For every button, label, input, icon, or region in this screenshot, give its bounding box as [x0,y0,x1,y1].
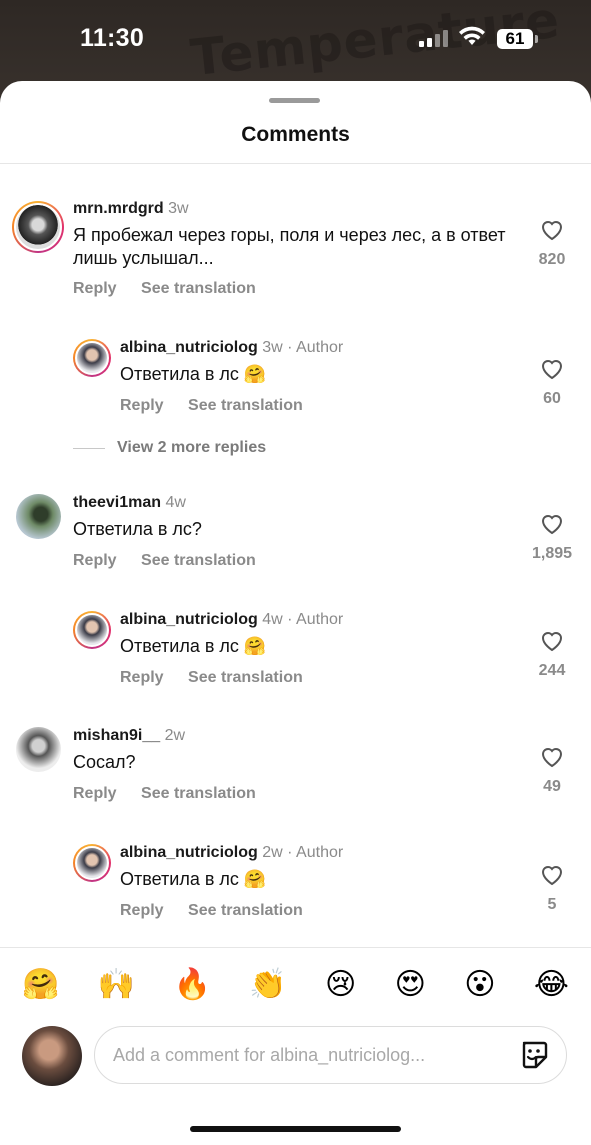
comment-text: Сосал? [73,752,136,772]
emoji-laughing-button[interactable]: 😂 [534,967,569,1002]
see-translation-button[interactable]: See translation [188,902,303,919]
battery-indicator: 61 [497,29,538,49]
cellular-signal-icon [419,30,448,47]
like-control[interactable]: 60 [522,358,582,408]
comment-time: 2w [164,727,186,744]
emoji-crying-button[interactable]: 😢 [325,967,356,1002]
home-indicator [190,1126,401,1132]
reply-username[interactable]: albina_nutriciolog [120,844,258,861]
reply-text: Ответила в лс 🤗 [120,636,267,656]
like-control[interactable]: 820 [522,219,582,269]
see-translation-button[interactable]: See translation [141,785,256,802]
avatar[interactable] [73,844,111,882]
like-control[interactable]: 5 [522,864,582,914]
avatar[interactable] [16,494,61,539]
heart-icon[interactable] [540,746,564,768]
author-badge: Author [296,844,344,861]
reply-button[interactable]: Reply [73,785,117,802]
like-count: 1,895 [531,545,573,562]
heart-icon[interactable] [540,513,564,535]
like-control[interactable]: 49 [522,746,582,796]
view-more-replies[interactable]: View 2 more replies [73,439,266,457]
quick-emoji-bar: 🤗 🙌 🔥 👏 😢 😍 😮 😂 [0,967,591,1002]
like-count: 820 [538,251,566,268]
comment-input[interactable] [111,1043,518,1067]
emoji-raised-hands-button[interactable]: 🙌 [98,967,135,1002]
author-badge: Author [296,611,344,628]
comment-text: Я пробежал через горы, поля и через лес,… [73,225,506,268]
status-bar: 11:30 61 [0,0,591,80]
comment-time: 3w [168,200,189,217]
emoji-fire-button[interactable]: 🔥 [173,967,210,1002]
comment-username[interactable]: mrn.mrdgrd [73,200,164,217]
current-user-avatar [22,1026,82,1086]
reply-text: Ответила в лс 🤗 [120,869,267,889]
emoji-surprised-button[interactable]: 😮 [464,967,495,1002]
sheet-title: Comments [241,123,350,146]
like-count: 49 [543,778,561,795]
wifi-icon [459,26,485,45]
see-translation-button[interactable]: See translation [141,552,256,569]
like-control[interactable]: 1,895 [522,513,582,563]
comment-username[interactable]: mishan9i__ [73,727,160,744]
reply-time: 2w [262,844,283,861]
reply-button[interactable]: Reply [73,552,117,569]
see-translation-button[interactable]: See translation [188,669,303,686]
sheet-grabber[interactable] [269,98,320,103]
reply-button[interactable]: Reply [120,397,164,414]
composer-divider [0,947,591,948]
comment-composer [0,1026,591,1096]
heart-icon[interactable] [540,630,564,652]
reply-button[interactable]: Reply [120,669,164,686]
sticker-icon[interactable] [518,1039,550,1071]
comments-sheet: Comments mrn.mrdgrd 3w Я пробежал через … [0,81,591,1145]
comment-time: 4w [165,494,186,511]
emoji-hug-button[interactable]: 🤗 [22,967,59,1002]
reply-time: 4w [262,611,283,628]
heart-icon[interactable] [540,219,564,241]
like-control[interactable]: 244 [522,630,582,680]
see-translation-button[interactable]: See translation [141,280,256,297]
thread-line [73,447,105,449]
reply-text: Ответила в лс 🤗 [120,364,267,384]
heart-icon[interactable] [540,358,564,380]
avatar[interactable] [73,611,111,649]
status-time: 11:30 [80,24,145,52]
avatar[interactable] [73,339,111,377]
see-translation-button[interactable]: See translation [188,397,303,414]
reply-time: 3w [262,339,283,356]
author-badge: Author [296,339,344,356]
like-count: 5 [547,896,557,913]
like-count: 60 [543,390,561,407]
reply-username[interactable]: albina_nutriciolog [120,611,258,628]
comment-username[interactable]: theevi1man [73,494,161,511]
heart-icon[interactable] [540,864,564,886]
reply-button[interactable]: Reply [73,280,117,297]
avatar[interactable] [12,201,64,253]
like-count: 244 [538,662,566,679]
avatar[interactable] [16,727,61,772]
reply-username[interactable]: albina_nutriciolog [120,339,258,356]
header-divider [0,163,591,164]
comment-text: Ответила в лс? [73,519,202,539]
emoji-clap-button[interactable]: 👏 [249,967,286,1002]
reply-button[interactable]: Reply [120,902,164,919]
emoji-heart-eyes-button[interactable]: 😍 [395,967,426,1002]
comment-input-box[interactable] [94,1026,567,1084]
